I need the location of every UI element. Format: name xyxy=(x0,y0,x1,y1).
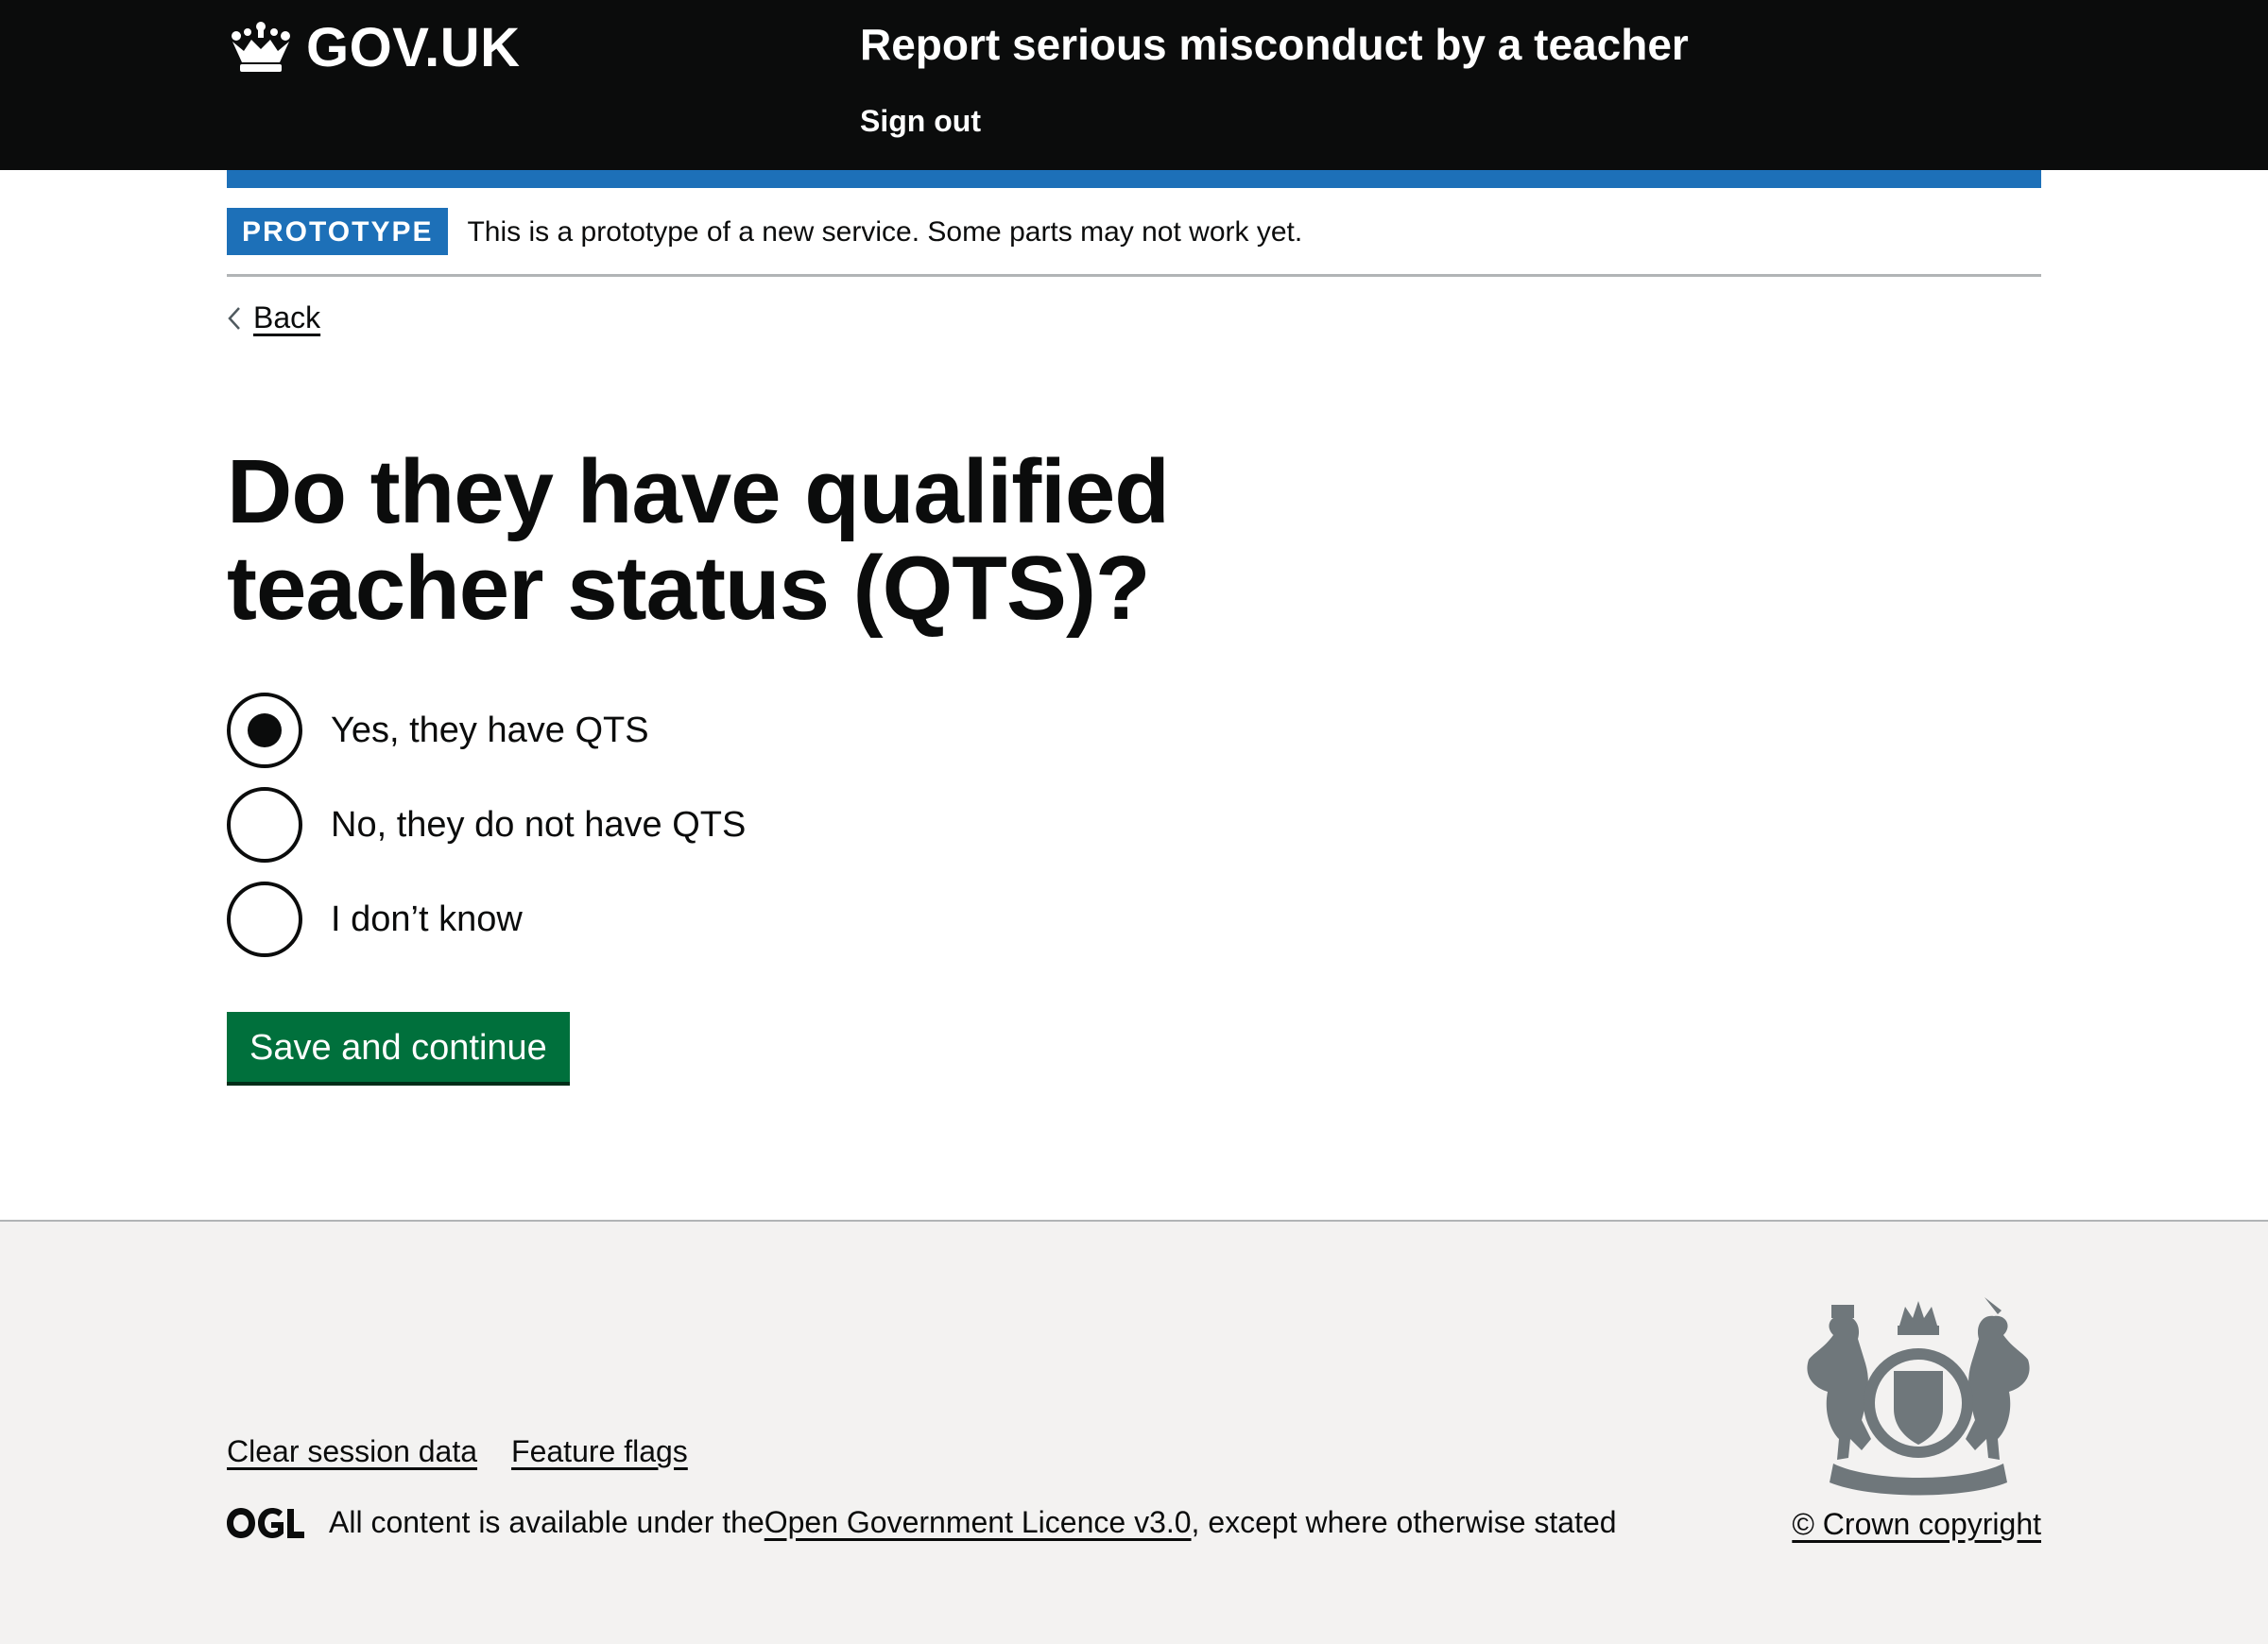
phase-tag: PROTOTYPE xyxy=(227,208,449,255)
site-footer: Clear session data Feature flags All con… xyxy=(0,1220,2268,1644)
radio-button-yes[interactable] xyxy=(227,693,302,768)
crown-icon xyxy=(232,22,290,72)
clear-session-data-link[interactable]: Clear session data xyxy=(227,1434,477,1469)
radio-button-no[interactable] xyxy=(227,787,302,863)
save-and-continue-button[interactable]: Save and continue xyxy=(227,1012,570,1082)
crown-copyright-link[interactable]: © Crown copyright xyxy=(1792,1507,2041,1542)
ogl-logo-icon xyxy=(227,1507,304,1538)
radio-button-dont-know[interactable] xyxy=(227,882,302,957)
service-name[interactable]: Report serious misconduct by a teacher xyxy=(860,19,1689,70)
back-link-label: Back xyxy=(253,300,321,334)
radio-label-yes[interactable]: Yes, they have QTS xyxy=(331,711,649,751)
govuk-logo-link[interactable]: GOV.UK xyxy=(227,16,521,78)
site-header: GOV.UK Report serious misconduct by a te… xyxy=(0,0,2268,170)
royal-crest-icon xyxy=(1807,1297,2030,1496)
radio-option-yes[interactable]: Yes, they have QTS xyxy=(227,693,746,768)
open-government-licence-link[interactable]: Open Government Licence v3.0 xyxy=(765,1505,1192,1540)
footer-links: Clear session data Feature flags xyxy=(227,1434,688,1469)
back-link[interactable]: Back xyxy=(227,300,320,335)
licence-statement: All content is available under the Open … xyxy=(227,1505,1617,1540)
page-title: Do they have qualified teacher status (Q… xyxy=(227,441,1170,639)
radio-label-dont-know[interactable]: I don’t know xyxy=(331,899,523,940)
sign-out-link[interactable]: Sign out xyxy=(860,104,981,139)
radio-option-dont-know[interactable]: I don’t know xyxy=(227,882,746,957)
radio-label-no[interactable]: No, they do not have QTS xyxy=(331,805,746,846)
govuk-logo-text: GOV.UK xyxy=(306,16,521,78)
radio-group: Yes, they have QTS No, they do not have … xyxy=(227,693,746,976)
licence-prefix: All content is available under the xyxy=(329,1505,765,1539)
feature-flags-link[interactable]: Feature flags xyxy=(511,1434,688,1469)
radio-option-no[interactable]: No, they do not have QTS xyxy=(227,787,746,863)
phase-banner: PROTOTYPE This is a prototype of a new s… xyxy=(227,208,2041,277)
licence-suffix: , except where otherwise stated xyxy=(1191,1505,1617,1539)
chevron-left-icon xyxy=(228,306,240,330)
header-accent-bar xyxy=(227,170,2041,188)
phase-banner-text: This is a prototype of a new service. So… xyxy=(467,216,1303,248)
